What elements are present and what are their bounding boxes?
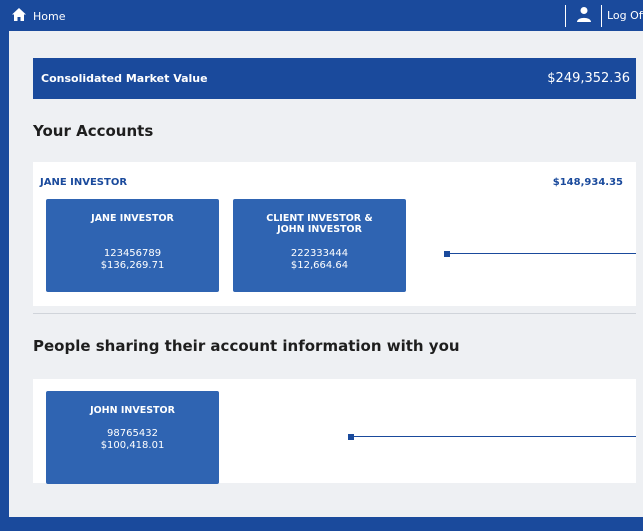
account-tile-value: $100,418.01	[100, 440, 165, 451]
callout-line	[353, 436, 636, 437]
main-panel: Consolidated Market Value $249,352.36 Yo…	[9, 31, 643, 520]
shared-accounts-panel: JOHN INVESTOR 98765432 $100,418.01	[33, 379, 636, 484]
market-value-amount: $249,352.36	[547, 71, 630, 86]
divider	[565, 5, 566, 27]
section-divider	[33, 313, 636, 314]
divider	[601, 5, 602, 27]
your-accounts-title: Your Accounts	[33, 122, 154, 140]
account-tile-number: 98765432	[107, 428, 158, 439]
shared-accounts-title: People sharing their account information…	[33, 337, 460, 355]
account-tile[interactable]: JANE INVESTOR 123456789 $136,269.71	[46, 199, 219, 292]
callout-marker	[444, 251, 450, 257]
callout-marker	[348, 434, 354, 440]
account-tile[interactable]: CLIENT INVESTOR & JOHN INVESTOR 22233344…	[233, 199, 406, 292]
log-off-link[interactable]: Log Off	[607, 9, 643, 22]
account-tile-name: CLIENT INVESTOR & JOHN INVESTOR	[266, 213, 373, 235]
shared-account-tile[interactable]: JOHN INVESTOR 98765432 $100,418.01	[46, 391, 219, 484]
account-tile-name: JOHN INVESTOR	[90, 405, 175, 416]
account-owner-total: $148,934.35	[552, 177, 623, 188]
top-bar: Home Log Off	[0, 0, 643, 31]
account-tile-number: 123456789	[103, 248, 162, 259]
home-label: Home	[33, 9, 66, 23]
account-tile-name: JANE INVESTOR	[91, 213, 174, 224]
account-tile-value: $12,664.64	[290, 260, 349, 271]
footer-bar	[0, 517, 643, 531]
market-value-label: Consolidated Market Value	[41, 72, 208, 85]
account-tile-value: $136,269.71	[100, 260, 165, 271]
callout-line	[449, 253, 636, 254]
your-accounts-panel: JANE INVESTOR $148,934.35 JANE INVESTOR …	[33, 162, 636, 306]
account-owner-name: JANE INVESTOR	[40, 177, 128, 188]
user-icon	[576, 6, 592, 26]
account-tile-number: 222333444	[290, 248, 349, 259]
consolidated-market-value-bar: Consolidated Market Value $249,352.36	[33, 58, 636, 99]
home-link[interactable]: Home	[12, 7, 65, 25]
home-icon	[12, 8, 26, 24]
user-profile-button[interactable]	[569, 5, 599, 27]
